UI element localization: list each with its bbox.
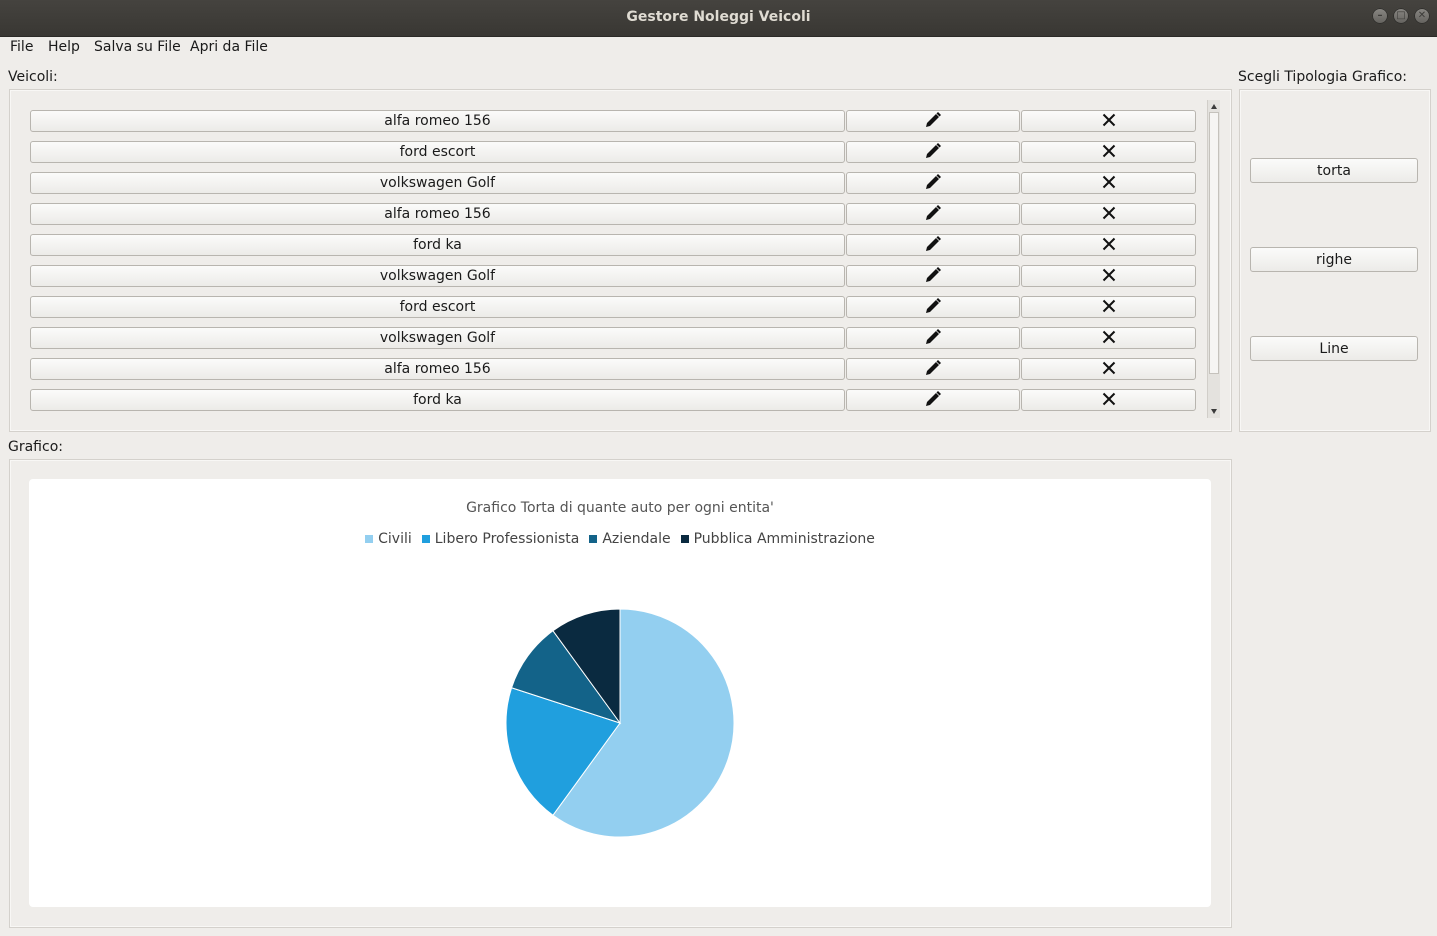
- delete-vehicle-button[interactable]: [1021, 234, 1196, 256]
- vehicle-name-button[interactable]: ford escort: [30, 296, 845, 318]
- delete-vehicle-button[interactable]: [1021, 296, 1196, 318]
- edit-vehicle-button[interactable]: [846, 327, 1020, 349]
- maximize-button[interactable]: □: [1393, 8, 1409, 24]
- grafico-label: Grafico:: [8, 439, 63, 455]
- vehicle-name-button[interactable]: alfa romeo 156: [30, 203, 845, 225]
- edit-vehicle-button[interactable]: [846, 265, 1020, 287]
- pencil-icon: [924, 174, 942, 191]
- edit-vehicle-button[interactable]: [846, 234, 1020, 256]
- x-icon: [1102, 237, 1116, 253]
- vehicle-name-button[interactable]: ford ka: [30, 234, 845, 256]
- close-button[interactable]: ✕: [1414, 8, 1430, 24]
- vehicle-name-button[interactable]: alfa romeo 156: [30, 358, 845, 380]
- x-icon: [1102, 206, 1116, 222]
- vehicle-name-button[interactable]: ford ka: [30, 389, 845, 411]
- menu-apri-da-file[interactable]: Apri da File: [188, 39, 270, 55]
- vehicle-row: volkswagen Golf: [30, 265, 1196, 289]
- chart-panel: Grafico Torta di quante auto per ogni en…: [29, 479, 1211, 907]
- vehicle-row: ford escort: [30, 296, 1196, 320]
- edit-vehicle-button[interactable]: [846, 172, 1020, 194]
- delete-vehicle-button[interactable]: [1021, 110, 1196, 132]
- edit-vehicle-button[interactable]: [846, 358, 1020, 380]
- vehicle-name-button[interactable]: volkswagen Golf: [30, 265, 845, 287]
- vehicle-row: ford ka: [30, 234, 1196, 258]
- vehicle-name-button[interactable]: volkswagen Golf: [30, 172, 845, 194]
- torta-button[interactable]: torta: [1250, 158, 1418, 183]
- vehicle-row: ford ka: [30, 389, 1196, 413]
- menu-help[interactable]: Help: [46, 39, 82, 55]
- x-icon: [1102, 268, 1116, 284]
- pie-chart: [505, 608, 735, 838]
- vehicle-row: alfa romeo 156: [30, 358, 1196, 382]
- delete-vehicle-button[interactable]: [1021, 172, 1196, 194]
- vehicle-row: volkswagen Golf: [30, 172, 1196, 196]
- veicoli-label: Veicoli:: [8, 69, 58, 85]
- vehicle-name-button[interactable]: alfa romeo 156: [30, 110, 845, 132]
- x-icon: [1102, 330, 1116, 346]
- vehicle-row: alfa romeo 156: [30, 203, 1196, 227]
- pencil-icon: [924, 267, 942, 284]
- pencil-icon: [924, 205, 942, 222]
- scroll-up-icon[interactable]: [1211, 104, 1217, 109]
- tipologia-grafico-label: Scegli Tipologia Grafico:: [1238, 69, 1408, 85]
- vehicle-row: ford escort: [30, 141, 1196, 165]
- delete-vehicle-button[interactable]: [1021, 203, 1196, 225]
- delete-vehicle-button[interactable]: [1021, 358, 1196, 380]
- vehicle-row: volkswagen Golf: [30, 327, 1196, 351]
- edit-vehicle-button[interactable]: [846, 110, 1020, 132]
- veicoli-list: alfa romeo 156 ford escort volkswagen Golf…: [22, 100, 1207, 418]
- menubar: File Help Salva su File Apri da File: [0, 37, 1437, 59]
- x-icon: [1102, 392, 1116, 408]
- righe-button[interactable]: righe: [1250, 247, 1418, 272]
- delete-vehicle-button[interactable]: [1021, 327, 1196, 349]
- x-icon: [1102, 299, 1116, 315]
- x-icon: [1102, 175, 1116, 191]
- delete-vehicle-button[interactable]: [1021, 141, 1196, 163]
- pencil-icon: [924, 143, 942, 160]
- scroll-thumb[interactable]: [1209, 112, 1219, 374]
- edit-vehicle-button[interactable]: [846, 203, 1020, 225]
- x-icon: [1102, 113, 1116, 129]
- pencil-icon: [924, 329, 942, 346]
- pencil-icon: [924, 112, 942, 129]
- x-icon: [1102, 144, 1116, 160]
- vehicle-name-button[interactable]: ford escort: [30, 141, 845, 163]
- edit-vehicle-button[interactable]: [846, 296, 1020, 318]
- veicoli-scrollbar[interactable]: [1207, 100, 1220, 418]
- vehicle-row: alfa romeo 156: [30, 110, 1196, 134]
- line-button[interactable]: Line: [1250, 336, 1418, 361]
- scroll-down-icon[interactable]: [1211, 409, 1217, 414]
- delete-vehicle-button[interactable]: [1021, 389, 1196, 411]
- minimize-button[interactable]: –: [1372, 8, 1388, 24]
- vehicle-name-button[interactable]: volkswagen Golf: [30, 327, 845, 349]
- pencil-icon: [924, 236, 942, 253]
- menu-file[interactable]: File: [8, 39, 35, 55]
- delete-vehicle-button[interactable]: [1021, 265, 1196, 287]
- pencil-icon: [924, 298, 942, 315]
- menu-salva-su-file[interactable]: Salva su File: [92, 39, 183, 55]
- pencil-icon: [924, 391, 942, 408]
- pencil-icon: [924, 360, 942, 377]
- x-icon: [1102, 361, 1116, 377]
- window-titlebar: Gestore Noleggi Veicoli – □ ✕: [0, 0, 1437, 37]
- window-title: Gestore Noleggi Veicoli: [626, 9, 811, 25]
- edit-vehicle-button[interactable]: [846, 141, 1020, 163]
- edit-vehicle-button[interactable]: [846, 389, 1020, 411]
